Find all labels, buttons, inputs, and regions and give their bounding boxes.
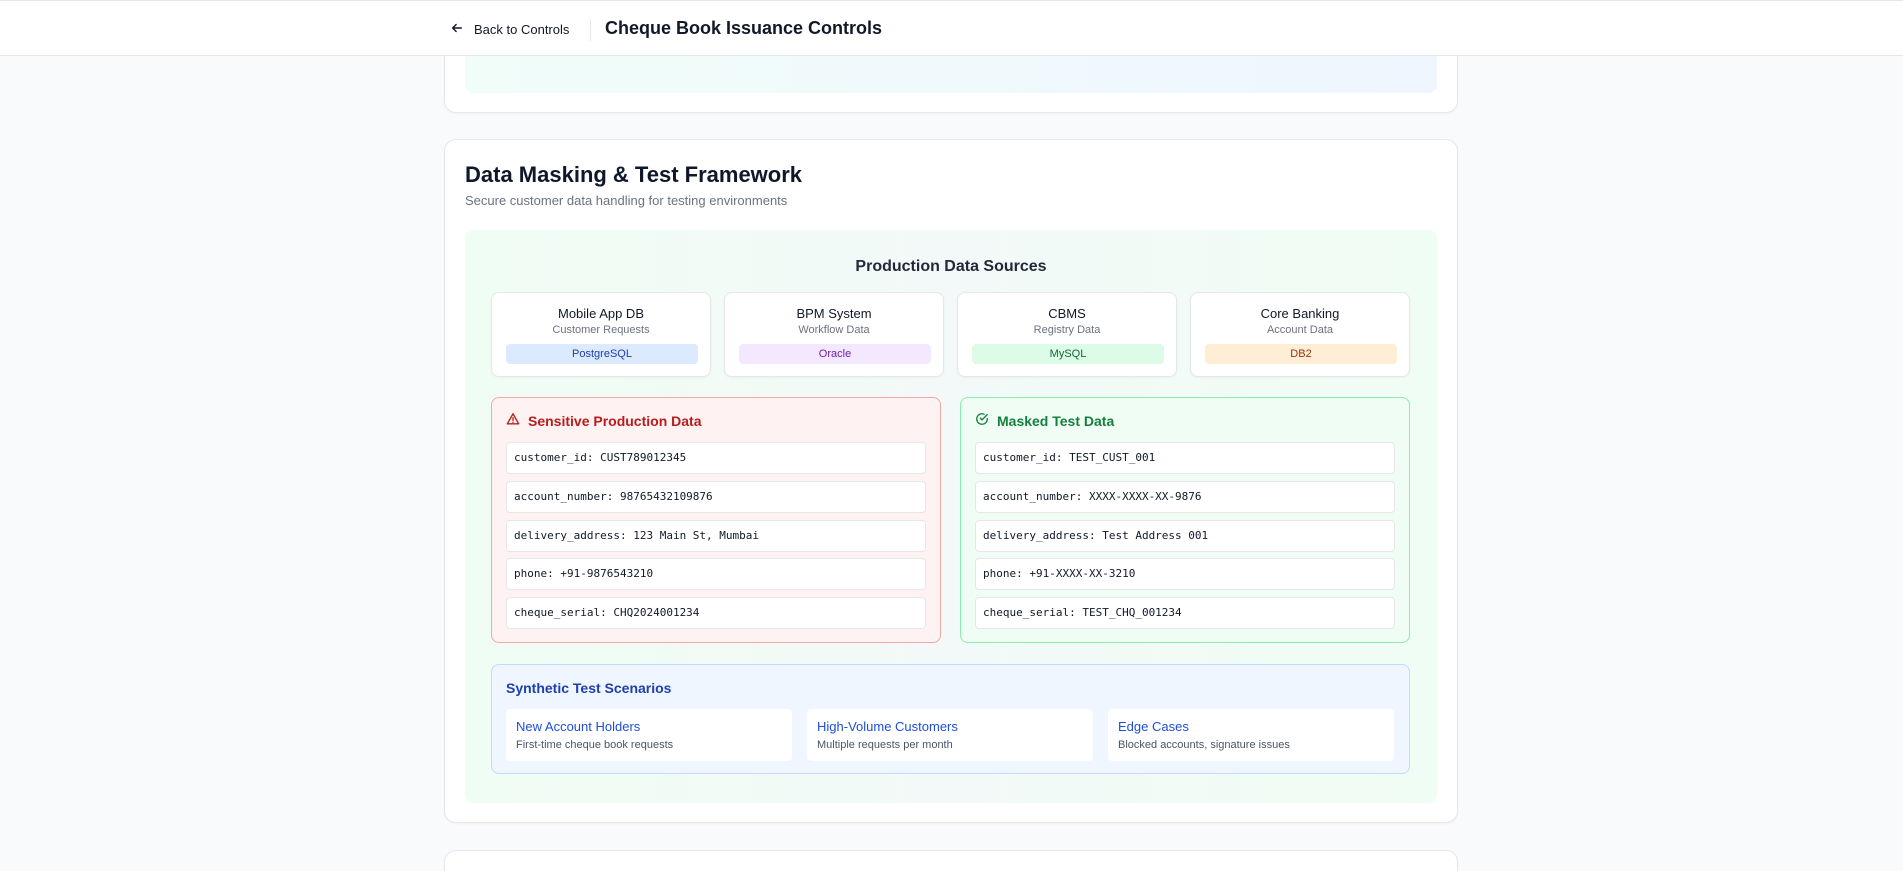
next-section-card: [444, 850, 1458, 871]
source-card-core-banking: Core Banking Account Data DB2: [1190, 292, 1410, 377]
masked-data-box: Masked Test Data customer_id: TEST_CUST_…: [960, 397, 1410, 643]
source-badge: PostgreSQL: [506, 344, 698, 364]
masked-data-title: Masked Test Data: [975, 412, 1114, 429]
sensitive-data-title-label: Sensitive Production Data: [528, 412, 702, 429]
sensitive-field: phone: +91-9876543210: [506, 558, 926, 590]
scenario-edge-cases: Edge Cases Blocked accounts, signature i…: [1108, 709, 1394, 761]
back-to-controls-button[interactable]: Back to Controls: [450, 19, 569, 39]
source-name: CBMS: [1048, 306, 1086, 321]
scenario-name: New Account Holders: [516, 719, 641, 734]
source-badge: DB2: [1205, 344, 1397, 364]
top-bar: Back to Controls Cheque Book Issuance Co…: [0, 0, 1903, 56]
sensitive-field: customer_id: CUST789012345: [506, 442, 926, 474]
source-card-bpm-system: BPM System Workflow Data Oracle: [724, 292, 944, 377]
sensitive-field: account_number: 98765432109876: [506, 481, 926, 513]
source-desc: Registry Data: [1033, 324, 1101, 336]
sensitive-data-title: Sensitive Production Data: [506, 412, 701, 429]
sensitive-data-box: Sensitive Production Data customer_id: C…: [491, 397, 941, 643]
synthetic-scenarios-title: Synthetic Test Scenarios: [506, 680, 672, 696]
scenario-desc: Blocked accounts, signature issues: [1118, 739, 1290, 751]
scenario-desc: First-time cheque book requests: [516, 739, 674, 751]
synthetic-scenarios-box: Synthetic Test Scenarios New Account Hol…: [491, 664, 1410, 774]
scenario-desc: Multiple requests per month: [817, 739, 953, 751]
source-badge: MySQL: [972, 344, 1164, 364]
warning-triangle-icon: [506, 412, 520, 429]
masked-field: cheque_serial: TEST_CHQ_001234: [975, 597, 1395, 629]
masked-field: account_number: XXXX-XXXX-XX-9876: [975, 481, 1395, 513]
source-card-cbms: CBMS Registry Data MySQL: [957, 292, 1177, 377]
source-card-mobile-app-db: Mobile App DB Customer Requests PostgreS…: [491, 292, 711, 377]
source-name: BPM System: [796, 306, 872, 321]
header-divider: [590, 19, 591, 41]
masked-data-title-label: Masked Test Data: [997, 412, 1115, 429]
check-circle-icon: [975, 412, 989, 429]
source-badge: Oracle: [739, 344, 931, 364]
production-sources-heading: Production Data Sources: [855, 258, 1047, 275]
masked-field: phone: +91-XXXX-XX-3210: [975, 558, 1395, 590]
scenario-name: High-Volume Customers: [817, 719, 958, 734]
source-name: Mobile App DB: [558, 306, 644, 321]
section-title: Data Masking & Test Framework: [465, 162, 803, 187]
sensitive-field: delivery_address: 123 Main St, Mumbai: [506, 520, 926, 552]
scenario-high-volume-customers: High-Volume Customers Multiple requests …: [807, 709, 1093, 761]
sensitive-field: cheque_serial: CHQ2024001234: [506, 597, 926, 629]
section-subtitle: Secure customer data handling for testin…: [465, 193, 788, 208]
source-desc: Account Data: [1266, 324, 1334, 336]
masked-field: delivery_address: Test Address 001: [975, 520, 1395, 552]
scenario-name: Edge Cases: [1118, 719, 1189, 734]
source-desc: Workflow Data: [798, 324, 870, 336]
masked-field: customer_id: TEST_CUST_001: [975, 442, 1395, 474]
source-name: Core Banking: [1260, 306, 1340, 321]
back-to-controls-label: Back to Controls: [474, 21, 570, 37]
scenario-new-account-holders: New Account Holders First-time cheque bo…: [506, 709, 792, 761]
data-masking-card: Data Masking & Test Framework Secure cus…: [444, 139, 1458, 823]
source-desc: Customer Requests: [552, 324, 650, 336]
framework-panel: Production Data Sources Mobile App DB Cu…: [465, 230, 1437, 803]
page-title: Cheque Book Issuance Controls: [605, 18, 883, 38]
arrow-left-icon: [450, 21, 464, 38]
